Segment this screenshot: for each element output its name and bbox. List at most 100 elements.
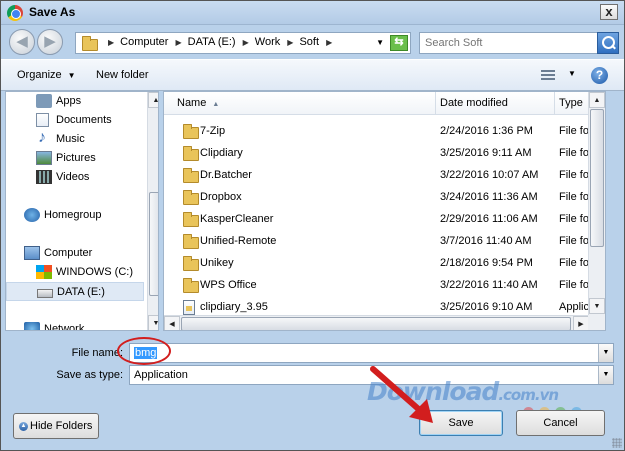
network-icon <box>24 322 40 330</box>
address-bar[interactable]: ▶ Computer ▶ DATA (E:) ▶ Work ▶ Soft ▶ ▼ ⇆ <box>75 32 411 54</box>
close-button[interactable]: x <box>600 4 618 20</box>
file-date: 3/25/2016 9:10 AM <box>440 301 533 313</box>
list-item[interactable]: Unikey 2/18/2016 9:54 PM File folder <box>164 253 605 275</box>
list-item[interactable]: KasperCleaner 2/29/2016 11:06 AM File fold… <box>164 209 605 231</box>
scroll-left-icon[interactable]: ◀ <box>164 316 180 330</box>
nav-item-windows-drive[interactable]: WINDOWS (C:) <box>6 263 144 282</box>
file-name-label-text: File name: <box>71 347 123 359</box>
folder-icon <box>82 36 98 51</box>
scroll-up-icon[interactable]: ▲ <box>589 92 605 108</box>
list-item[interactable]: Clipdiary 3/25/2016 9:11 AM File folder <box>164 143 605 165</box>
annotation-arrow-icon <box>370 366 433 423</box>
nav-item-homegroup[interactable]: Homegroup <box>6 206 144 225</box>
nav-scrollbar[interactable]: ▲ ▼ <box>147 92 158 330</box>
hide-folders-button[interactable]: ▲ Hide Folders <box>13 413 99 439</box>
list-item[interactable]: 7-Zip 2/24/2016 1:36 PM File folder <box>164 121 605 143</box>
scroll-down-icon[interactable]: ▼ <box>148 315 158 330</box>
breadcrumb: ▶ Computer ▶ DATA (E:) ▶ Work ▶ Soft ▶ <box>104 36 338 48</box>
hide-folders-label: Hide Folders <box>30 420 93 432</box>
windows-drive-icon <box>36 265 52 279</box>
breadcrumb-item[interactable]: Work <box>255 36 280 48</box>
column-header-label: Name <box>177 97 207 109</box>
chevron-right-icon[interactable]: ▶ <box>326 38 332 47</box>
folder-icon <box>183 234 199 249</box>
refresh-button[interactable]: ⇆ <box>390 35 408 51</box>
scroll-thumb[interactable] <box>149 192 158 296</box>
cancel-button[interactable]: Cancel <box>516 410 605 436</box>
breadcrumb-item[interactable]: Soft <box>299 36 319 48</box>
nav-item-videos[interactable]: Videos <box>6 168 144 187</box>
help-icon[interactable]: ? <box>591 67 608 84</box>
view-options-icon[interactable] <box>541 70 555 81</box>
file-date: 3/7/2016 11:40 AM <box>440 235 532 247</box>
nav-item-computer[interactable]: Computer <box>6 244 144 263</box>
search-input[interactable] <box>425 37 595 49</box>
chevron-up-icon: ▲ <box>19 422 28 431</box>
folder-icon <box>183 256 199 271</box>
file-name-field[interactable]: bmg ▼ <box>129 343 614 363</box>
breadcrumb-item[interactable]: Computer <box>120 36 168 48</box>
file-list-vertical-scrollbar[interactable]: ▲ ▼ <box>588 92 605 315</box>
breadcrumb-item[interactable]: DATA (E:) <box>188 36 236 48</box>
address-dropdown-icon[interactable]: ▼ <box>376 38 384 47</box>
file-name: Dropbox <box>200 191 242 203</box>
scroll-thumb[interactable] <box>590 109 604 247</box>
nav-item-label: DATA (E:) <box>57 286 105 298</box>
file-name: Clipdiary <box>200 147 243 159</box>
chevron-down-icon[interactable]: ▼ <box>598 366 613 384</box>
column-header-name[interactable]: Name ▲ <box>164 92 436 115</box>
file-name: clipdiary_3.95 <box>200 301 268 313</box>
list-item[interactable]: Dr.Batcher 3/22/2016 10:07 AM File folder <box>164 165 605 187</box>
nav-item-apps[interactable]: Apps <box>6 92 144 111</box>
drive-icon <box>37 289 53 298</box>
scroll-up-icon[interactable]: ▲ <box>148 92 158 108</box>
file-date: 2/29/2016 11:06 AM <box>440 213 538 225</box>
nav-item-music[interactable]: Music <box>6 129 144 149</box>
folder-icon <box>183 124 199 139</box>
nav-item-documents[interactable]: Documents <box>6 111 144 130</box>
list-item[interactable]: Dropbox 3/24/2016 11:36 AM File folder <box>164 187 605 209</box>
nav-item-data-drive[interactable]: DATA (E:) <box>6 282 144 301</box>
file-list: Name ▲ Date modified Type 7-Zip 2/24/2016 … <box>163 91 606 331</box>
nav-item-label: Pictures <box>56 152 96 164</box>
sort-ascending-icon: ▲ <box>212 101 220 108</box>
column-header-date[interactable]: Date modified <box>436 92 555 115</box>
list-item[interactable]: Unified-Remote 3/7/2016 11:40 AM File fold… <box>164 231 605 253</box>
pictures-icon <box>36 151 52 165</box>
list-item[interactable]: WPS Office 3/22/2016 11:40 AM File folder <box>164 275 605 297</box>
new-folder-button[interactable]: New folder <box>96 69 149 81</box>
file-date: 2/24/2016 1:36 PM <box>440 125 533 137</box>
chevron-down-icon[interactable]: ▼ <box>598 344 613 362</box>
navigation-pane: Apps Documents Music Pictures Videos Hom… <box>5 91 159 331</box>
nav-item-label: Documents <box>56 114 112 126</box>
computer-icon <box>24 246 40 260</box>
scroll-right-icon[interactable]: ▶ <box>573 316 589 330</box>
folder-icon <box>183 146 199 161</box>
scroll-thumb[interactable] <box>181 317 571 330</box>
back-button[interactable]: ◀ <box>9 29 35 55</box>
forward-button[interactable]: ▶ <box>37 29 63 55</box>
chevron-right-icon[interactable]: ▶ <box>176 38 182 47</box>
resize-grip[interactable] <box>612 438 622 448</box>
view-dropdown-icon[interactable]: ▼ <box>568 69 576 78</box>
command-bar: Organize ▼ New folder ▼ ? <box>1 59 624 91</box>
file-list-horizontal-scrollbar[interactable]: ◀ ▶ <box>164 315 590 330</box>
column-header-row: Name ▲ Date modified Type <box>164 92 605 115</box>
organize-menu[interactable]: Organize ▼ <box>17 69 76 81</box>
homegroup-icon <box>24 208 40 222</box>
nav-item-network[interactable]: Network <box>6 320 144 330</box>
scroll-down-icon[interactable]: ▼ <box>589 298 605 314</box>
videos-icon <box>36 170 52 184</box>
nav-item-pictures[interactable]: Pictures <box>6 149 144 168</box>
file-name: KasperCleaner <box>200 213 274 225</box>
window-title: Save As <box>29 5 76 19</box>
folder-icon <box>183 212 199 227</box>
search-icon[interactable] <box>597 32 619 54</box>
application-icon <box>183 300 195 315</box>
chevron-right-icon[interactable]: ▶ <box>108 38 114 47</box>
save-as-type-label-text: Save as type: <box>56 369 123 381</box>
chevron-right-icon[interactable]: ▶ <box>243 38 249 47</box>
chevron-right-icon[interactable]: ▶ <box>287 38 293 47</box>
folder-icon <box>183 168 199 183</box>
apps-icon <box>36 94 52 108</box>
